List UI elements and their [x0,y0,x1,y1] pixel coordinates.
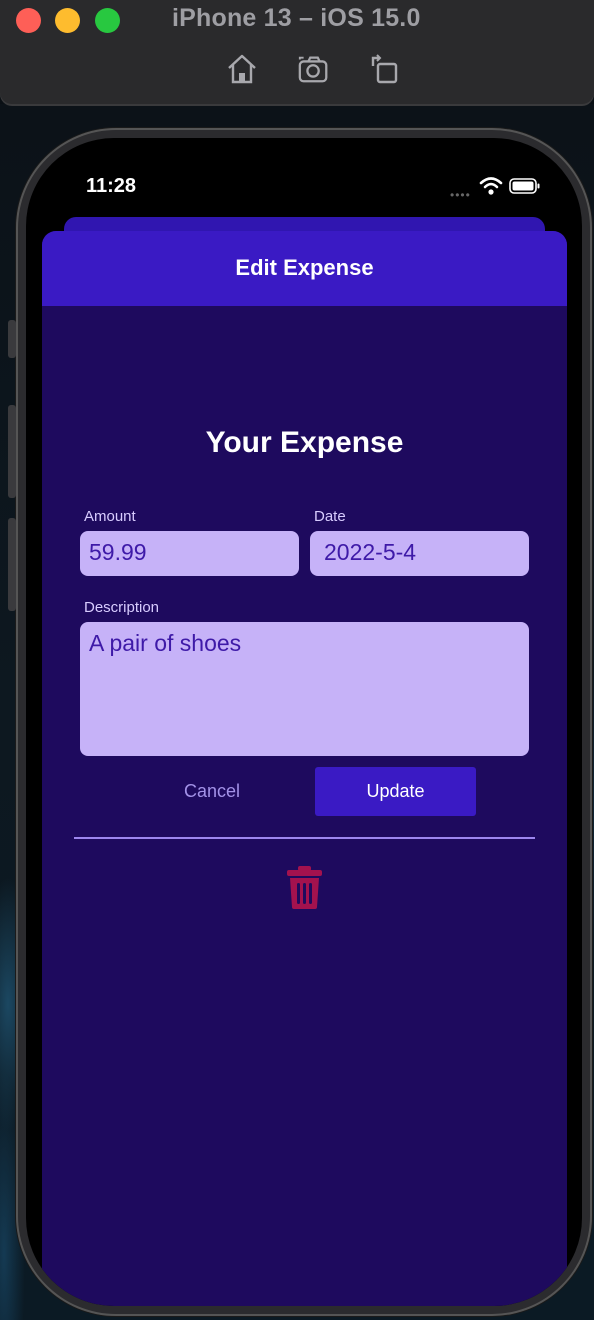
description-label: Description [84,599,160,616]
signal-icon: •••• [450,188,471,202]
mute-switch [8,320,16,358]
status-time: 11:28 [86,175,137,197]
page-title: Edit Expense [235,255,374,280]
home-icon[interactable] [225,52,259,86]
phone-screen: 11:28 •••• Edit Expense Your Expense Amo… [26,138,582,1306]
battery-icon [509,178,540,194]
screenshot-icon[interactable] [297,52,331,86]
description-textarea[interactable]: A pair of shoes [80,622,529,756]
edit-expense-sheet: Edit Expense Your Expense Amount 59.99 D… [42,231,567,1306]
rotate-icon[interactable] [368,52,402,86]
cancel-button[interactable]: Cancel [172,767,252,816]
divider [74,837,535,839]
amount-input[interactable]: 59.99 [80,531,299,576]
volume-down-button [8,518,16,611]
simulator-title: iPhone 13 – iOS 15.0 [172,4,421,32]
wifi-icon [479,177,503,195]
date-label: Date [314,508,346,525]
amount-label: Amount [84,508,136,525]
update-button[interactable]: Update [315,767,476,816]
navigation-header: Edit Expense [42,231,567,306]
zoom-window-button[interactable] [95,8,120,33]
minimize-window-button[interactable] [55,8,80,33]
close-window-button[interactable] [16,8,41,33]
date-input[interactable]: 2022-5-4 [310,531,529,576]
trash-icon[interactable] [286,865,323,910]
simulator-title-bar: iPhone 13 – iOS 15.0 [0,0,594,104]
volume-up-button [8,405,16,498]
form-title: Your Expense [205,426,404,459]
